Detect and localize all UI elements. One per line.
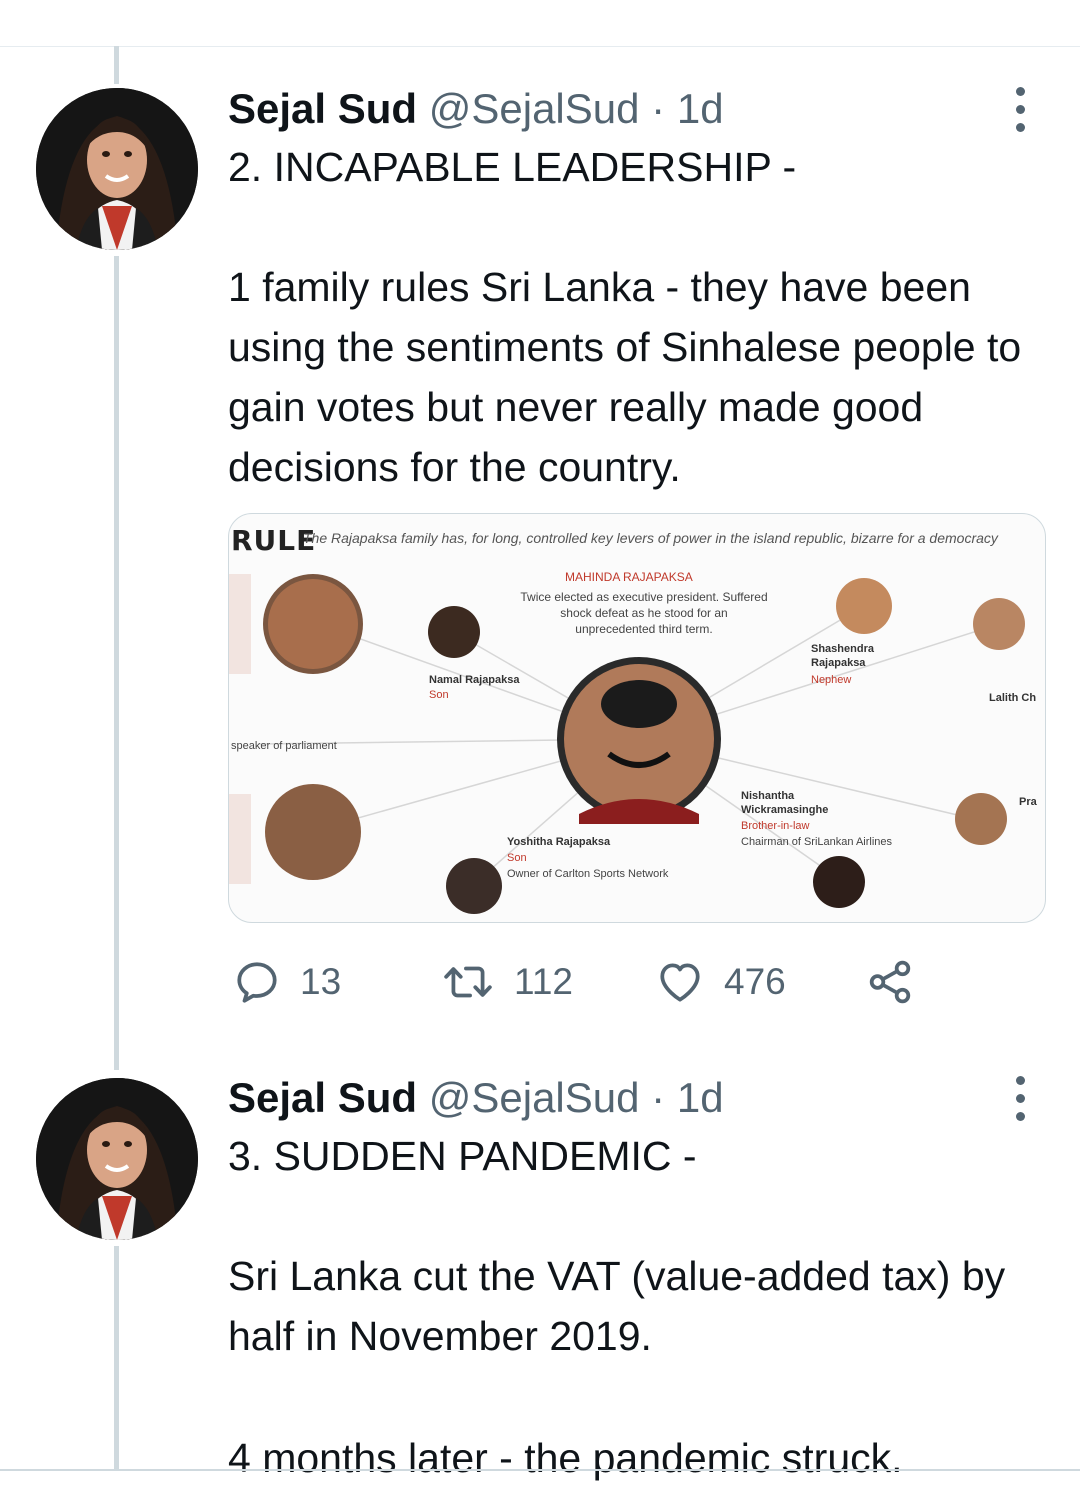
image-subtitle: The Rajapaksa family has, for long, cont… xyxy=(303,530,998,546)
image-label: Yoshitha Rajapaksa xyxy=(507,836,611,848)
image-label: Owner of Carlton Sports Network xyxy=(507,868,669,880)
more-vertical-icon xyxy=(1015,87,1025,96)
image-center-desc: Twice elected as executive president. Su… xyxy=(520,590,768,636)
author-name[interactable]: Sejal Sud xyxy=(228,85,417,132)
reply-count: 13 xyxy=(300,961,342,1002)
author-name[interactable]: Sejal Sud xyxy=(228,1074,417,1121)
more-dot xyxy=(1015,1112,1025,1121)
tweet-body: 1 family rules Sri Lanka - they have bee… xyxy=(228,264,1033,490)
image-label: Pra xyxy=(1019,796,1037,808)
image-label: Chairman of SriLankan Airlines xyxy=(741,836,893,848)
more-vertical-icon xyxy=(1015,1076,1025,1085)
tweet-body: Sri Lanka cut the VAT (value-added tax) … xyxy=(228,1253,1017,1359)
image-center-name: MAHINDA RAJAPAKSA xyxy=(565,570,693,584)
author-handle[interactable]: @SejalSud xyxy=(429,85,640,132)
retweet-count: 112 xyxy=(514,961,573,1002)
tweet-image[interactable]: RULE The Rajapaksa family has, for long,… xyxy=(228,513,1046,923)
more-dot xyxy=(1015,123,1025,132)
thread-line-top xyxy=(114,46,119,84)
author-handle[interactable]: @SejalSud xyxy=(429,1074,640,1121)
heart-icon xyxy=(660,963,700,1002)
tweet-header: Sejal Sud @SejalSud · 1d xyxy=(228,88,724,130)
image-label: Nishantha Wickramasinghe xyxy=(741,790,829,816)
image-label: Namal Rajapaksa xyxy=(429,674,520,686)
timestamp[interactable]: 1d xyxy=(677,85,724,132)
more-options-button[interactable] xyxy=(1012,87,1028,132)
more-dot xyxy=(1015,105,1025,114)
tweet-title: 2. INCAPABLE LEADERSHIP - xyxy=(228,144,797,190)
thread-line-middle xyxy=(114,256,119,1070)
separator-dot: · xyxy=(651,1074,666,1121)
top-divider xyxy=(0,46,1080,47)
avatar[interactable] xyxy=(36,88,198,250)
share-icon xyxy=(869,960,911,1004)
like-count: 476 xyxy=(724,961,786,1002)
retweet-icon xyxy=(444,966,492,998)
reply-button[interactable]: 13 xyxy=(232,954,341,1010)
image-label: Shashendra Rajapaksa xyxy=(811,643,874,669)
share-button[interactable] xyxy=(864,954,916,1010)
image-label: Brother-in-law xyxy=(741,820,810,832)
image-label: Nephew xyxy=(811,674,852,686)
image-label: speaker of parliament xyxy=(231,740,337,752)
tweet-title: 3. SUDDEN PANDEMIC - xyxy=(228,1133,697,1179)
tweet-body-continued: 4 months later - the pandemic struck. xyxy=(228,1435,903,1481)
thread-line-bottom xyxy=(114,1246,119,1469)
speech-bubble-icon xyxy=(237,962,277,1003)
more-dot xyxy=(1015,1094,1025,1103)
like-button[interactable]: 476 xyxy=(654,954,786,1010)
bottom-divider xyxy=(0,1469,1080,1471)
timestamp[interactable]: 1d xyxy=(677,1074,724,1121)
avatar[interactable] xyxy=(36,1078,198,1240)
separator-dot: · xyxy=(651,85,666,132)
image-label: Son xyxy=(507,852,527,864)
more-options-button[interactable] xyxy=(1012,1076,1028,1121)
tweet-header: Sejal Sud @SejalSud · 1d xyxy=(228,1077,724,1119)
retweet-button[interactable]: 112 xyxy=(440,954,573,1010)
image-label: Son xyxy=(429,689,449,701)
image-label: Lalith Ch xyxy=(989,692,1037,704)
